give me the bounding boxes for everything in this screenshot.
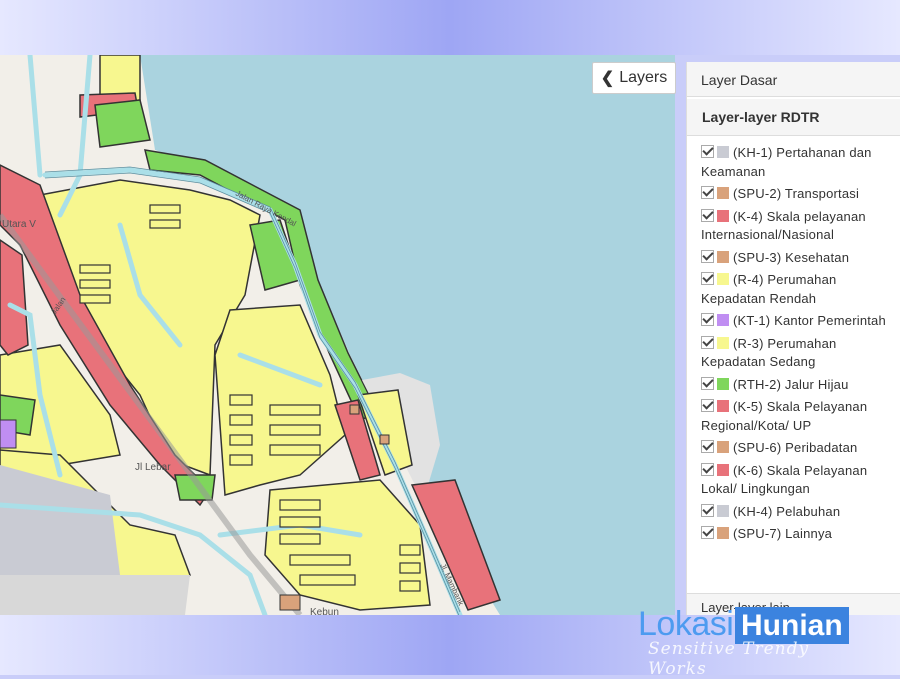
layer-color-swatch — [717, 527, 729, 539]
layer-item[interactable]: (SPU-2) Transportasi — [701, 185, 895, 204]
rdtr-layer-header[interactable]: Layer-layer RDTR — [687, 99, 900, 136]
layer-checkbox[interactable] — [701, 335, 714, 349]
layers-button-label: Layers — [619, 69, 668, 86]
layer-color-swatch — [717, 250, 729, 263]
layer-color-swatch — [717, 187, 729, 199]
government-office-block — [0, 419, 17, 449]
layer-checkbox[interactable] — [701, 249, 714, 263]
street-label-kebun: Kebun — [310, 607, 339, 615]
map-canvas[interactable]: Utara V Jl Lebar Kebun Jalan Raya Kendal… — [0, 55, 675, 615]
transport-spot — [279, 594, 301, 611]
grey-block-south — [0, 575, 190, 615]
street-label-utara: Utara V — [2, 219, 36, 230]
layer-item[interactable]: (SPU-3) Kesehatan — [701, 249, 895, 268]
layer-item[interactable]: (R-3) Perumahan Kepadatan Sedang — [701, 335, 895, 372]
layer-checkbox[interactable] — [701, 526, 714, 539]
health-spot — [379, 434, 390, 445]
layer-item[interactable]: (K-5) Skala Pelayanan Regional/Kota/ UP — [701, 398, 895, 435]
layer-label: (KT-1) Kantor Pemerintah — [733, 313, 886, 328]
layer-checkbox[interactable] — [701, 376, 714, 390]
layer-checkbox[interactable] — [701, 462, 714, 476]
layer-label: (KH-4) Pelabuhan — [733, 503, 841, 519]
layer-checkbox[interactable] — [701, 503, 714, 517]
logo-signature: Sensitive Trendy Works — [648, 639, 810, 679]
layer-label: (SPU-3) Kesehatan — [733, 249, 850, 265]
layer-item[interactable]: (K-4) Skala pelayanan Internasional/Nasi… — [701, 208, 895, 245]
layer-checkbox[interactable] — [701, 186, 714, 199]
layer-item[interactable]: (R-4) Perumahan Kepadatan Rendah — [701, 271, 895, 308]
layer-color-swatch — [717, 273, 729, 285]
map-view[interactable]: Utara V Jl Lebar Kebun Jalan Raya Kendal… — [0, 55, 675, 615]
layer-item[interactable]: (SPU-7) Lainnya — [701, 525, 895, 544]
layer-item[interactable]: (K-6) Skala Pelayanan Lokal/ Lingkungan — [701, 462, 895, 499]
layer-checkbox[interactable] — [701, 399, 714, 412]
layer-checkbox[interactable] — [701, 208, 714, 222]
layer-checkbox[interactable] — [701, 145, 714, 158]
layer-color-swatch — [717, 377, 729, 390]
layer-label: (SPU-7) Lainnya — [733, 526, 833, 541]
layer-color-swatch — [717, 146, 729, 158]
worship-spot — [349, 404, 360, 415]
layer-item[interactable]: (RTH-2) Jalur Hijau — [701, 376, 895, 395]
layer-label: (RTH-2) Jalur Hijau — [733, 376, 849, 392]
layer-item[interactable]: (KH-1) Pertahanan dan Keamanan — [701, 144, 895, 181]
layer-label: (SPU-2) Transportasi — [733, 186, 860, 201]
rdtr-layer-list: (KH-1) Pertahanan dan Keamanan (SPU-2) Tr… — [687, 136, 900, 544]
base-layer-header[interactable]: Layer Dasar — [687, 62, 900, 97]
lokasi-hunian-logo: Lokasi Hunian Sensitive Trendy Works — [638, 605, 868, 679]
layer-checkbox[interactable] — [701, 440, 714, 453]
layer-color-swatch — [717, 400, 729, 412]
layers-toggle-button[interactable]: ❮ Layers — [592, 62, 676, 94]
chevron-left-icon: ❮ — [600, 70, 615, 87]
layer-color-swatch — [717, 463, 729, 476]
layer-color-swatch — [717, 314, 729, 326]
layer-color-swatch — [717, 441, 729, 453]
layer-checkbox[interactable] — [701, 313, 714, 326]
layer-panel[interactable]: Layer Dasar Layer-layer RDTR (KH-1) Pert… — [686, 62, 900, 615]
layer-item[interactable]: (KH-4) Pelabuhan — [701, 503, 895, 522]
layer-checkbox[interactable] — [701, 272, 714, 285]
layer-label: (SPU-6) Peribadatan — [733, 440, 858, 455]
layer-item[interactable]: (SPU-6) Peribadatan — [701, 439, 895, 458]
layer-color-swatch — [717, 209, 729, 222]
layer-item[interactable]: (KT-1) Kantor Pemerintah — [701, 312, 895, 331]
frame-top — [0, 0, 900, 55]
layer-color-swatch — [717, 336, 729, 349]
green-patch-north — [94, 99, 151, 148]
street-label-lebar: Jl Lebar — [135, 462, 171, 473]
layer-color-swatch — [717, 504, 729, 517]
